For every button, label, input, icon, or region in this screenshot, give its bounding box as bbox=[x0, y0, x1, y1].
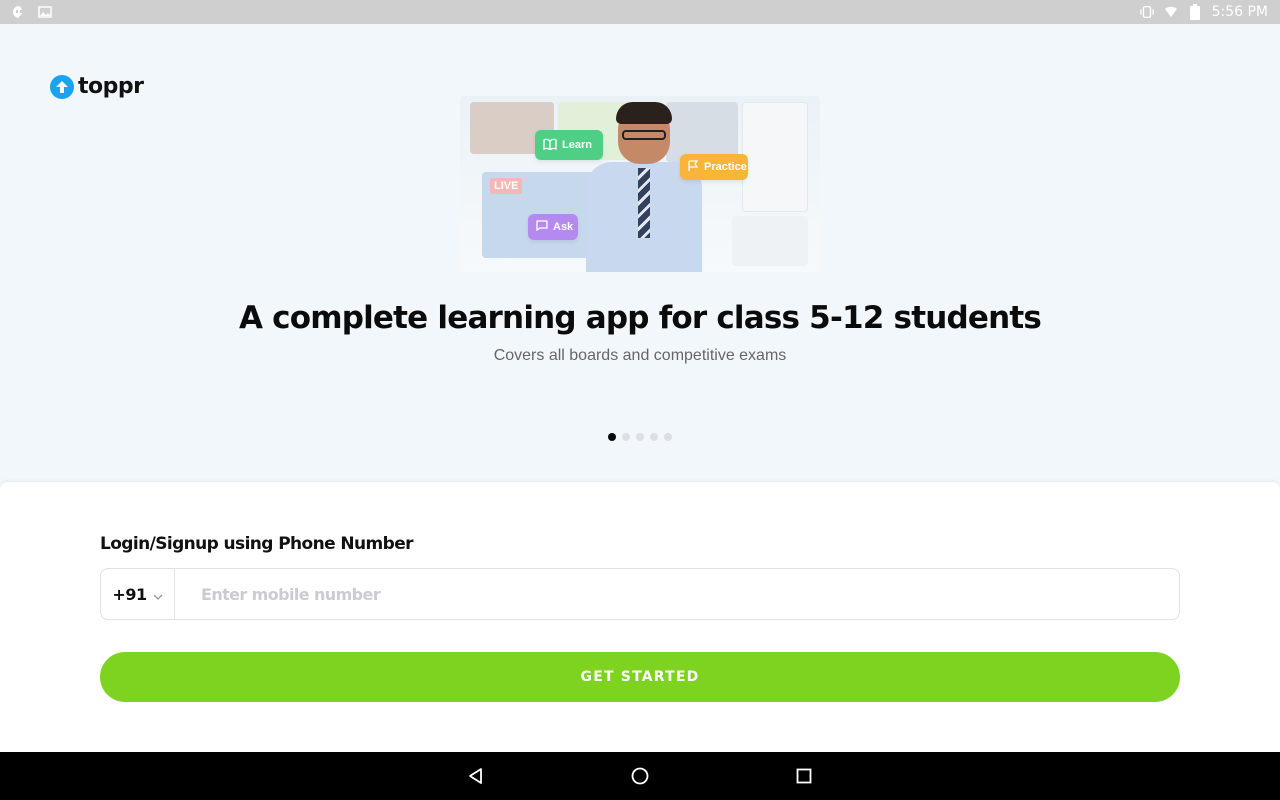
ask-chip: Ask bbox=[528, 214, 578, 240]
image-icon bbox=[38, 5, 52, 19]
vibrate-icon bbox=[1139, 5, 1154, 19]
practice-chip-label: Practice bbox=[704, 161, 747, 173]
carousel-dot-3[interactable] bbox=[636, 433, 644, 441]
flag-icon bbox=[688, 159, 699, 175]
mobile-number-input[interactable] bbox=[175, 569, 1179, 619]
practice-chip: Practice bbox=[680, 154, 748, 180]
learn-chip: Learn bbox=[535, 130, 603, 160]
student-tie bbox=[638, 168, 650, 238]
live-badge: LIVE bbox=[490, 178, 523, 194]
wifi-icon bbox=[1164, 5, 1178, 19]
hangouts-icon bbox=[12, 5, 26, 19]
quiz-card bbox=[732, 216, 808, 266]
get-started-button[interactable]: GET STARTED bbox=[100, 652, 1180, 702]
notes-card bbox=[742, 102, 808, 212]
student-hair bbox=[616, 102, 672, 124]
hero-subline: Covers all boards and competitive exams bbox=[493, 347, 787, 364]
status-right: 5:56 PM bbox=[1139, 4, 1268, 20]
status-time: 5:56 PM bbox=[1211, 4, 1268, 20]
carousel-dots bbox=[608, 433, 672, 441]
logo-text: toppr bbox=[78, 74, 144, 99]
chat-icon bbox=[536, 220, 548, 234]
navigation-bar bbox=[0, 752, 1280, 800]
country-code: +91 bbox=[112, 584, 147, 604]
carousel-dot-2[interactable] bbox=[622, 433, 630, 441]
hero-section: toppr LIVE Learn Practice Ask A complete… bbox=[0, 24, 1280, 482]
home-icon[interactable] bbox=[629, 765, 651, 787]
carousel-dot-5[interactable] bbox=[664, 433, 672, 441]
hero-illustration: LIVE Learn Practice Ask bbox=[460, 96, 820, 272]
phone-field-group: +91 bbox=[100, 568, 1180, 620]
back-icon[interactable] bbox=[465, 765, 487, 787]
learn-chip-label: Learn bbox=[562, 139, 592, 151]
chevron-down-icon bbox=[153, 585, 163, 604]
login-title: Login/Signup using Phone Number bbox=[100, 534, 414, 554]
status-left bbox=[12, 5, 52, 19]
toppr-arrow-icon bbox=[50, 74, 74, 99]
battery-icon bbox=[1188, 4, 1202, 20]
recents-icon[interactable] bbox=[793, 765, 815, 787]
country-code-selector[interactable]: +91 bbox=[101, 569, 175, 619]
hero-headline: A complete learning app for class 5-12 s… bbox=[238, 300, 1042, 336]
login-sheet: Login/Signup using Phone Number +91 GET … bbox=[0, 482, 1280, 752]
book-icon bbox=[543, 138, 557, 153]
carousel-dot-1[interactable] bbox=[608, 433, 616, 441]
toppr-logo: toppr bbox=[50, 74, 144, 99]
carousel-dot-4[interactable] bbox=[650, 433, 658, 441]
student-glasses bbox=[622, 130, 666, 140]
ask-chip-label: Ask bbox=[553, 221, 574, 233]
status-bar: 5:56 PM bbox=[0, 0, 1280, 24]
